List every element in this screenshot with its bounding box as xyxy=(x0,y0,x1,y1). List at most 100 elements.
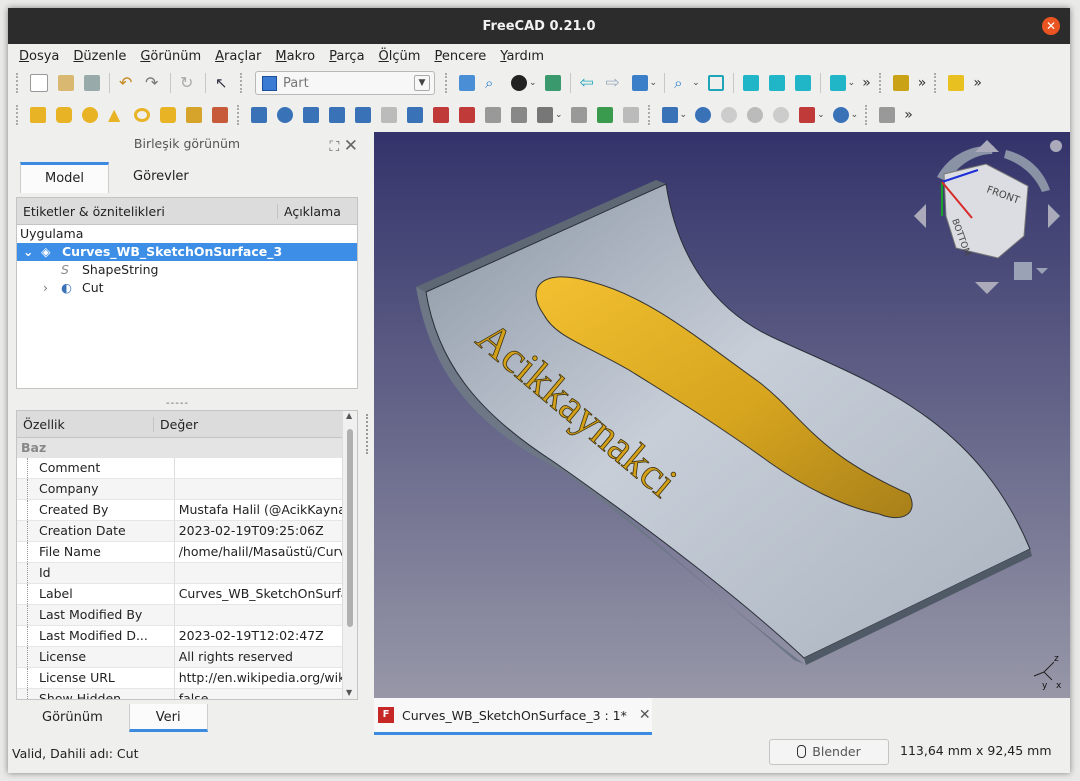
fuse-icon[interactable] xyxy=(747,107,764,123)
toolbar-grip[interactable] xyxy=(647,105,653,125)
nav-arrow-left-icon[interactable] xyxy=(914,204,926,228)
torus-primitive-icon[interactable] xyxy=(134,108,150,122)
undo-icon[interactable]: ↶ xyxy=(119,75,135,91)
chevron-down-icon[interactable]: ⌄ xyxy=(555,110,563,120)
property-header-name[interactable]: Özellik xyxy=(17,416,154,432)
color-per-face-icon[interactable] xyxy=(622,107,639,123)
common-icon[interactable] xyxy=(773,107,790,123)
nav-arrow-right-icon[interactable] xyxy=(1048,204,1060,228)
property-row[interactable]: Last Modified By xyxy=(17,605,357,626)
panel-resize-handle[interactable] xyxy=(366,414,372,454)
menu-measure[interactable]: Ölçüm xyxy=(379,49,421,64)
chevron-down-icon[interactable]: ⌄ xyxy=(851,110,859,120)
toolbar-grip[interactable] xyxy=(16,73,21,93)
part-tools-icon[interactable] xyxy=(948,75,965,91)
fit-all-icon[interactable] xyxy=(459,75,475,91)
property-value[interactable] xyxy=(175,458,357,478)
toolbar-grip[interactable] xyxy=(865,105,870,125)
property-value[interactable]: 2023-02-19T09:25:06Z xyxy=(175,521,357,541)
tab-view[interactable]: Görünüm xyxy=(16,704,129,732)
scroll-thumb[interactable] xyxy=(347,429,353,627)
nav-arrow-down-icon[interactable] xyxy=(975,282,999,294)
fit-selection-icon[interactable]: ⌕ xyxy=(485,75,501,91)
menu-tools[interactable]: Araçlar xyxy=(215,49,261,64)
more-tools-icon[interactable]: » xyxy=(862,75,871,91)
collapse-arrow-icon[interactable]: ⌄ xyxy=(23,243,33,261)
toolbar-grip[interactable] xyxy=(445,73,450,93)
property-value[interactable]: http://en.wikipedia.org/wiki/... xyxy=(175,668,357,688)
loft-icon[interactable] xyxy=(433,107,449,123)
chevron-down-icon[interactable]: ⌄ xyxy=(529,78,537,88)
more-tools-icon[interactable]: » xyxy=(918,75,927,91)
scroll-down-icon[interactable]: ▼ xyxy=(346,688,352,697)
save-icon[interactable] xyxy=(84,75,100,91)
navigation-style-button[interactable]: Blender xyxy=(769,739,889,765)
cone-primitive-icon[interactable]: ▲ xyxy=(108,107,124,123)
navigation-cube[interactable]: FRONT BOTTOM xyxy=(914,140,1062,294)
property-value[interactable] xyxy=(175,605,357,625)
chevron-down-icon[interactable]: ⌄ xyxy=(848,78,856,88)
sphere-primitive-icon[interactable] xyxy=(82,107,98,123)
property-value[interactable]: false xyxy=(175,689,357,699)
tree-item-document[interactable]: ⌄ ◈ Curves_WB_SketchOnSurface_3 xyxy=(17,243,357,261)
open-folder-icon[interactable] xyxy=(58,75,74,91)
tree-item-cut[interactable]: › ◐ Cut xyxy=(17,279,357,297)
tree-header-labels[interactable]: Etiketler & öznitelikleri xyxy=(17,203,278,219)
fillet-icon[interactable] xyxy=(329,107,345,123)
check-geometry-icon[interactable] xyxy=(879,107,896,123)
property-value[interactable] xyxy=(175,563,357,583)
property-value[interactable]: 2023-02-19T12:02:47Z xyxy=(175,626,357,646)
compound-icon[interactable] xyxy=(661,107,678,123)
menu-file[interactable]: Dosya xyxy=(19,49,59,64)
cross-sections-icon[interactable] xyxy=(511,107,527,123)
chevron-down-icon[interactable]: ⌄ xyxy=(650,78,658,88)
property-row[interactable]: License URL http://en.wikipedia.org/wiki/… xyxy=(17,668,357,689)
chamfer-icon[interactable] xyxy=(355,107,371,123)
property-row[interactable]: Creation Date 2023-02-19T09:25:06Z xyxy=(17,521,357,542)
close-panel-icon[interactable]: ✕ xyxy=(344,136,358,156)
property-value[interactable]: /home/halil/Masaüstü/Curve... xyxy=(175,542,357,562)
tab-data[interactable]: Veri xyxy=(128,704,208,732)
nav-view-menu-icon[interactable] xyxy=(1014,262,1032,280)
rear-view-icon[interactable] xyxy=(829,75,846,91)
right-view-icon[interactable] xyxy=(794,75,811,91)
property-row[interactable]: Created By Mustafa Halil (@AcikKaynak... xyxy=(17,500,357,521)
property-header-value[interactable]: Değer xyxy=(154,417,198,432)
menu-part[interactable]: Parça xyxy=(329,49,364,64)
more-tools-icon[interactable]: » xyxy=(973,75,982,91)
measure-icon[interactable] xyxy=(892,75,909,91)
more-tools-icon[interactable]: » xyxy=(904,107,913,123)
toolbar-grip[interactable] xyxy=(934,73,939,93)
toolbar-grip[interactable] xyxy=(237,105,242,125)
property-value[interactable]: Curves_WB_SketchOnSurfa... xyxy=(175,584,357,604)
top-view-icon[interactable] xyxy=(768,75,785,91)
property-row[interactable]: Show Hidden false xyxy=(17,689,357,699)
sweep-icon[interactable] xyxy=(459,107,475,123)
property-value[interactable] xyxy=(175,479,357,499)
scroll-up-icon[interactable]: ▲ xyxy=(346,411,352,420)
front-view-icon[interactable] xyxy=(742,75,759,91)
join-features-icon[interactable] xyxy=(799,107,816,123)
expand-arrow-icon[interactable]: › xyxy=(43,279,48,297)
zoom-icon[interactable]: ⌕ xyxy=(674,75,690,91)
cut-icon[interactable] xyxy=(721,107,738,123)
make-face-icon[interactable] xyxy=(381,107,397,123)
chevron-down-icon[interactable] xyxy=(1036,268,1048,274)
workbench-selector[interactable]: Part ▼ xyxy=(255,71,435,95)
toolbar-grip[interactable] xyxy=(878,73,884,93)
chevron-down-icon[interactable]: ⌄ xyxy=(680,110,688,120)
ruled-surface-icon[interactable] xyxy=(407,107,423,123)
property-row[interactable]: Label Curves_WB_SketchOnSurfa... xyxy=(17,584,357,605)
property-scrollbar[interactable]: ▲ ▼ xyxy=(342,411,357,699)
property-row[interactable]: License All rights reserved xyxy=(17,647,357,668)
document-tab[interactable]: F Curves_WB_SketchOnSurface_3 : 1* ✕ xyxy=(374,698,652,735)
3d-viewport[interactable]: Acikkaynakci FRONT BOTTOM z y x xyxy=(374,132,1070,698)
menu-view[interactable]: Görünüm xyxy=(140,49,201,64)
nav-menu-dot-icon[interactable] xyxy=(1050,140,1062,152)
draw-style-icon[interactable] xyxy=(511,75,527,91)
refresh-icon[interactable]: ↻ xyxy=(180,75,196,91)
cylinder-primitive-icon[interactable] xyxy=(56,107,72,123)
new-document-icon[interactable] xyxy=(30,74,48,92)
menu-macro[interactable]: Makro xyxy=(275,49,315,64)
mirror-icon[interactable] xyxy=(303,107,319,123)
